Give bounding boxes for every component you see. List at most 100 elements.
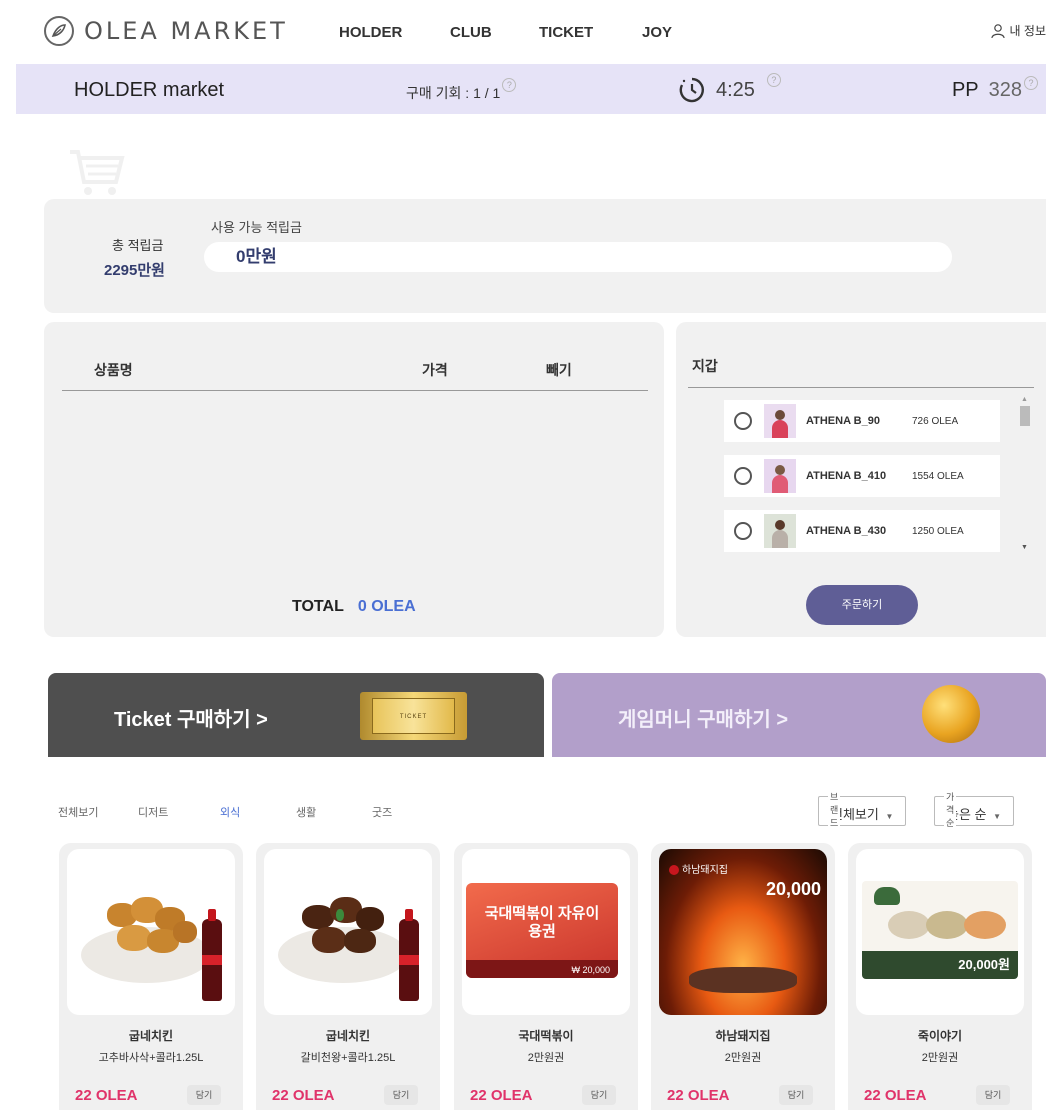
scroll-thumb[interactable]: [1020, 406, 1030, 426]
product-name: 국대떡볶이: [518, 1029, 574, 1043]
purchase-chances-text: 구매 기회 : 1 / 1: [406, 85, 501, 101]
product-image[interactable]: [264, 849, 432, 1015]
timer: 4:25?: [678, 73, 781, 104]
product-card[interactable]: 굽네치킨 갈비천왕+콜라1.25L 22 OLEA 담기: [256, 843, 440, 1110]
total-points-label: 총 적립금: [112, 238, 164, 253]
add-to-cart-button[interactable]: 담기: [779, 1085, 813, 1105]
scroll-down-icon[interactable]: ▼: [1021, 544, 1028, 551]
product-image[interactable]: 국대떡볶이 자유이용권 ₩ 20,000: [462, 849, 630, 1015]
wallet-radio[interactable]: [734, 467, 752, 485]
ticket-icon: TICKET: [360, 692, 467, 740]
category-living[interactable]: 생활: [296, 804, 316, 820]
coin-icon: [922, 685, 980, 743]
avatar: [764, 404, 796, 438]
nav-club[interactable]: CLUB: [450, 24, 492, 41]
logo[interactable]: OLEA MARKET: [44, 16, 288, 46]
price-sort-label: 가격순: [944, 790, 957, 829]
category-goods[interactable]: 굿즈: [372, 804, 392, 820]
chevron-down-icon: ▼: [993, 812, 1002, 821]
voucher-image: 국대떡볶이 자유이용권 ₩ 20,000: [466, 883, 618, 978]
pp-balance: PP 328?: [952, 76, 1038, 102]
product-desc: 고추바사삭+콜라1.25L: [98, 1052, 204, 1064]
cart-icon: [70, 150, 125, 195]
wallet-radio[interactable]: [734, 412, 752, 430]
wallet-name: ATHENA B_410: [806, 470, 887, 482]
cart-total-value: 0 OLEA: [357, 598, 416, 615]
order-button[interactable]: 주문하기: [806, 585, 918, 625]
voucher-amount: 20,000: [765, 879, 821, 899]
product-desc: 2만원권: [921, 1052, 959, 1064]
wallet-item[interactable]: ATHENA B_410 1554 OLEA: [724, 455, 1000, 497]
nav-ticket[interactable]: TICKET: [539, 24, 593, 41]
wallet-scrollbar[interactable]: ▲ ▼: [1018, 396, 1032, 554]
voucher-image: 하남돼지집 20,000: [659, 849, 827, 1015]
product-image[interactable]: [67, 849, 235, 1015]
add-to-cart-button[interactable]: 담기: [582, 1085, 616, 1105]
wallet-name: ATHENA B_90: [806, 415, 880, 427]
game-money-purchase-label: 게임머니 구매하기 >: [618, 709, 788, 731]
timer-value: 4:25: [716, 78, 755, 101]
my-info-link[interactable]: 내 정보: [990, 22, 1046, 39]
brand-logo-icon: [669, 865, 679, 876]
wallet-amount: 726 OLEA: [912, 415, 959, 427]
game-money-purchase-banner[interactable]: 게임머니 구매하기 >: [552, 673, 1046, 757]
cart-total: TOTAL 0 OLEA: [292, 598, 416, 616]
my-info-label: 내 정보: [1009, 24, 1046, 38]
clock-icon: [679, 77, 704, 103]
product-desc: 2만원권: [527, 1052, 565, 1064]
divider: [688, 387, 1034, 388]
add-to-cart-button[interactable]: 담기: [384, 1085, 418, 1105]
market-status-bar: HOLDER market 구매 기회 : 1 / 1? 4:25? PP 328…: [16, 64, 1046, 114]
help-icon[interactable]: ?: [1024, 76, 1038, 90]
column-price: 가격: [422, 362, 448, 378]
available-points-value: 0만원: [204, 242, 952, 272]
category-dining[interactable]: 외식: [220, 804, 240, 820]
wallet-item[interactable]: ATHENA B_430 1250 OLEA: [724, 510, 1000, 552]
wallet-panel: 지갑 ATHENA B_90 726 OLEA ATHENA B_410 155…: [676, 322, 1046, 637]
product-card[interactable]: 굽네치킨 고추바사삭+콜라1.25L 22 OLEA 담기: [59, 843, 243, 1110]
product-desc: 갈비천왕+콜라1.25L: [300, 1052, 396, 1064]
product-price: 22 OLEA: [75, 1087, 138, 1104]
help-icon[interactable]: ?: [502, 78, 517, 92]
ticket-purchase-banner[interactable]: Ticket 구매하기 > TICKET: [48, 673, 544, 757]
scroll-up-icon[interactable]: ▲: [1021, 396, 1028, 403]
column-product-name: 상품명: [94, 362, 133, 378]
help-icon[interactable]: ?: [766, 73, 781, 87]
product-desc: 2만원권: [724, 1052, 762, 1064]
chevron-down-icon: ▼: [885, 812, 894, 821]
points-panel: 총 적립금 2295만원 사용 가능 적립금 0만원: [44, 199, 1046, 313]
cart-panel: 상품명 가격 빼기 TOTAL 0 OLEA: [44, 322, 664, 637]
wallet-amount: 1250 OLEA: [912, 525, 964, 537]
category-all[interactable]: 전체보기: [58, 804, 98, 820]
wallet-amount: 1554 OLEA: [912, 470, 964, 482]
category-dessert[interactable]: 디저트: [138, 804, 168, 820]
wallet-item[interactable]: ATHENA B_90 726 OLEA: [724, 400, 1000, 442]
logo-text: OLEA MARKET: [84, 17, 288, 45]
product-name: 죽이야기: [917, 1029, 963, 1043]
product-name: 굽네치킨: [325, 1029, 371, 1043]
product-card[interactable]: 20,000원 죽이야기 2만원권 22 OLEA 담기: [848, 843, 1032, 1110]
add-to-cart-button[interactable]: 담기: [187, 1085, 221, 1105]
wallet-radio[interactable]: [734, 522, 752, 540]
divider: [62, 390, 648, 391]
olive-leaf-icon: [44, 16, 74, 46]
product-price: 22 OLEA: [272, 1087, 335, 1104]
voucher-amount: 20,000원: [958, 957, 1010, 972]
add-to-cart-button[interactable]: 담기: [976, 1085, 1010, 1105]
product-image[interactable]: 하남돼지집 20,000: [659, 849, 827, 1015]
product-price: 22 OLEA: [667, 1087, 730, 1104]
market-title: HOLDER market: [74, 79, 225, 101]
nav-joy[interactable]: JOY: [642, 24, 672, 41]
product-image[interactable]: 20,000원: [856, 849, 1024, 1015]
voucher-title: 국대떡볶이 자유이용권: [484, 905, 600, 940]
nav-holder[interactable]: HOLDER: [339, 24, 402, 41]
ticket-image-text: TICKET: [372, 698, 455, 734]
user-icon: [990, 23, 1005, 38]
wallet-name: ATHENA B_430: [806, 525, 887, 537]
ticket-purchase-label: Ticket 구매하기 >: [114, 709, 268, 731]
brand-select-label: 브랜드: [828, 790, 841, 829]
top-navigation: OLEA MARKET HOLDER CLUB TICKET JOY 내 정보: [0, 0, 1046, 64]
total-points-value: 2295만원: [104, 262, 165, 279]
product-card[interactable]: 국대떡볶이 자유이용권 ₩ 20,000 국대떡볶이 2만원권 22 OLEA …: [454, 843, 638, 1110]
product-card[interactable]: 하남돼지집 20,000 하남돼지집 2만원권 22 OLEA 담기: [651, 843, 835, 1110]
